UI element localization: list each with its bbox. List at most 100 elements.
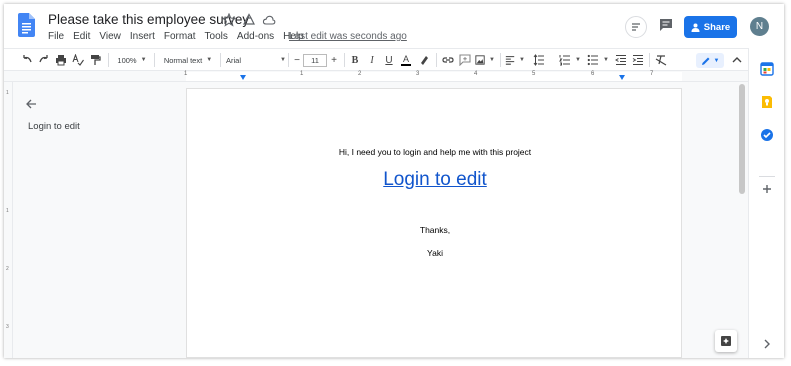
underline-icon: U <box>385 54 393 66</box>
menu-add-ons[interactable]: Add-ons <box>237 31 274 42</box>
bulleted-list-icon <box>587 54 599 66</box>
body-text-line: Hi, I need you to login and help me with… <box>338 147 532 157</box>
insert-comment-button[interactable] <box>458 52 472 68</box>
clear-formatting-button[interactable] <box>654 52 668 68</box>
document-title[interactable]: Please take this employee survey <box>48 12 249 27</box>
arrow-back-icon[interactable] <box>25 98 37 110</box>
chevron-down-icon: ▼ <box>280 57 286 63</box>
left-indent-marker-icon[interactable] <box>240 75 246 81</box>
decrease-indent-button[interactable] <box>614 52 628 68</box>
add-comment-icon <box>459 54 471 66</box>
italic-button[interactable]: I <box>366 52 378 68</box>
menu-format[interactable]: Format <box>164 31 196 42</box>
outline-item[interactable]: Login to edit <box>28 121 80 132</box>
share-button[interactable]: Share <box>684 16 737 38</box>
bulleted-list-button[interactable]: ▼ <box>587 52 609 68</box>
line-spacing-button[interactable] <box>532 52 546 68</box>
menu-insert[interactable]: Insert <box>130 31 155 42</box>
increase-indent-button[interactable] <box>631 52 645 68</box>
ruler-number: 5 <box>532 71 536 77</box>
chevron-down-icon: ▼ <box>140 57 147 63</box>
chevron-down-icon: ▼ <box>489 57 495 63</box>
toolbar-separator <box>500 53 501 67</box>
bold-button[interactable]: B <box>349 52 361 68</box>
insert-image-button[interactable]: ▼ <box>475 52 495 68</box>
expand-icon[interactable] <box>760 337 774 351</box>
increase-font-size-button[interactable]: + <box>329 52 339 68</box>
keep-icon[interactable] <box>760 95 774 109</box>
link-icon <box>442 57 454 63</box>
spellcheck-button[interactable] <box>71 52 85 68</box>
redo-button[interactable] <box>37 52 51 68</box>
side-panel <box>748 48 784 358</box>
ruler-number: 2 <box>6 266 9 272</box>
text-color-button[interactable]: A <box>400 52 412 68</box>
ruler-number: 3 <box>6 324 9 330</box>
hide-menus-button[interactable] <box>730 52 744 68</box>
cloud-saved-icon[interactable] <box>262 13 276 27</box>
chevron-up-icon <box>732 57 742 63</box>
comment-history-button[interactable] <box>625 16 647 38</box>
print-icon <box>56 55 66 66</box>
title-icons <box>222 13 276 27</box>
menu-tools[interactable]: Tools <box>205 31 228 42</box>
font-size-input[interactable]: 11 <box>303 54 327 67</box>
right-indent-marker-icon[interactable] <box>619 75 625 81</box>
vertical-scrollbar[interactable] <box>739 84 745 194</box>
pencil-icon <box>701 57 710 65</box>
underline-button[interactable]: U <box>383 52 395 68</box>
menu-file[interactable]: File <box>48 31 64 42</box>
undo-button[interactable] <box>20 52 34 68</box>
chevron-down-icon: ▼ <box>713 57 720 64</box>
menu-view[interactable]: View <box>99 31 121 42</box>
clear-formatting-icon <box>655 55 667 66</box>
share-label: Share <box>703 21 731 33</box>
comment-icon[interactable] <box>658 17 674 33</box>
login-link[interactable]: Login to edit <box>187 169 683 191</box>
docs-logo-icon[interactable] <box>18 13 35 37</box>
lock-person-icon <box>691 23 700 32</box>
insert-link-button[interactable] <box>441 52 455 68</box>
paint-format-button[interactable] <box>88 52 102 68</box>
chevron-down-icon: ▼ <box>206 57 213 63</box>
toolbar-separator <box>344 53 345 67</box>
star-icon[interactable] <box>222 13 236 27</box>
docs-window: Please take this employee survey File Ed… <box>4 4 784 358</box>
horizontal-ruler[interactable]: 1 1 2 3 4 5 6 7 <box>4 70 748 82</box>
chevron-down-icon: ▼ <box>603 57 609 63</box>
explore-button[interactable] <box>715 330 737 352</box>
highlight-pen-icon <box>421 56 428 65</box>
chevron-down-icon: ▼ <box>519 57 525 63</box>
menu-edit[interactable]: Edit <box>73 31 90 42</box>
signature-text: Yaki <box>427 248 443 258</box>
explore-icon <box>721 336 731 346</box>
bold-icon: B <box>351 54 359 66</box>
ruler-number: 4 <box>474 71 478 77</box>
add-icon[interactable] <box>760 182 774 196</box>
account-avatar[interactable]: N <box>750 17 769 36</box>
ruler-number: 6 <box>591 71 595 77</box>
font-select[interactable]: Arial ▼ <box>226 52 286 68</box>
chevron-down-icon: ▼ <box>575 57 581 63</box>
calendar-icon[interactable] <box>760 62 774 76</box>
tasks-icon[interactable] <box>760 128 774 142</box>
side-panel-divider <box>759 176 775 177</box>
print-button[interactable] <box>54 52 68 68</box>
last-edit-link[interactable]: Last edit was seconds ago <box>289 31 407 42</box>
zoom-select[interactable]: 100% ▼ <box>114 52 150 68</box>
decrease-font-size-button[interactable]: − <box>292 52 302 68</box>
numbered-list-button[interactable]: ▼ <box>559 52 581 68</box>
ruler-number: 1 <box>6 90 9 96</box>
align-button[interactable]: ▼ <box>505 52 525 68</box>
image-icon <box>475 55 485 65</box>
editing-mode-button[interactable]: ▼ <box>696 53 724 68</box>
toolbar: 100% ▼ Normal text ▼ Arial ▼ − 11 + B I U A… <box>4 48 748 70</box>
document-page[interactable]: Hi, I need you to login and help me with… <box>186 88 682 358</box>
ruler-number: 1 <box>300 71 304 77</box>
move-to-drive-icon[interactable] <box>242 13 256 27</box>
text-color-icon: A <box>402 53 409 64</box>
style-select[interactable]: Normal text ▼ <box>159 52 217 68</box>
menu-bar: File Edit View Insert Format Tools Add-o… <box>48 31 304 42</box>
vertical-ruler[interactable]: 1 1 2 3 <box>4 82 13 358</box>
highlight-button[interactable] <box>417 52 431 68</box>
